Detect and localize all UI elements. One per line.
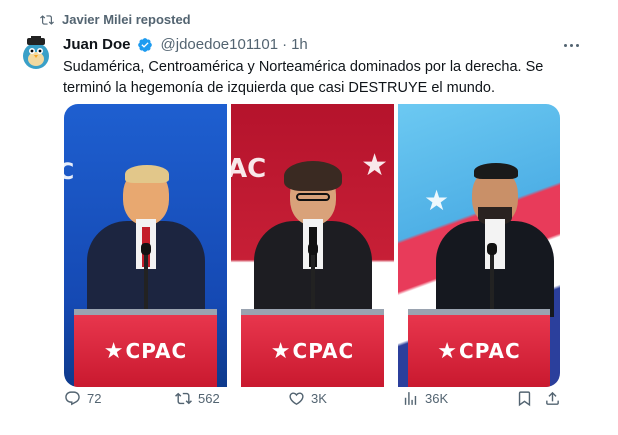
bookmark-icon	[518, 390, 531, 406]
bookmark-button[interactable]	[516, 390, 533, 407]
share-button[interactable]	[544, 390, 561, 407]
tweet-time[interactable]: 1h	[291, 36, 308, 53]
views-button[interactable]: 36K	[402, 390, 448, 407]
header-separator: ·	[282, 36, 288, 53]
more-dot-icon	[575, 43, 579, 47]
cpac-star-icon: ★	[103, 338, 124, 363]
repost-icon	[175, 392, 192, 404]
tweet-media[interactable]: C ★ CPAC AC ★ ★ CPAC ★ ★ CPAC	[64, 104, 560, 387]
views-count: 36K	[425, 390, 449, 406]
more-dot-icon	[569, 43, 573, 47]
podium-label: CPAC	[459, 339, 521, 363]
microphone	[307, 243, 318, 311]
backdrop-fragment: C	[64, 160, 75, 185]
like-button[interactable]: 3K	[288, 390, 327, 407]
cpac-star-icon: ★	[437, 338, 458, 363]
microphone	[486, 243, 497, 311]
reply-icon	[65, 390, 80, 405]
media-photo-2[interactable]: AC ★ ★ CPAC	[231, 104, 394, 387]
repost-count: 562	[198, 390, 220, 406]
views-chart-icon	[404, 391, 417, 405]
avatar[interactable]	[20, 34, 52, 70]
tweet-header: Juan Doe @jdoedoe101101 · 1h	[63, 36, 578, 53]
author-name[interactable]: Juan Doe	[63, 36, 131, 53]
more-options-button[interactable]	[560, 38, 582, 52]
share-icon	[546, 391, 559, 405]
repost-text: Javier Milei reposted	[62, 12, 191, 27]
media-photo-3[interactable]: ★ ★ CPAC	[398, 104, 560, 387]
like-count: 3K	[311, 390, 327, 406]
repost-indicator[interactable]: Javier Milei reposted	[40, 12, 191, 27]
more-dot-icon	[563, 43, 567, 47]
podium-label: CPAC	[292, 339, 355, 363]
cpac-star-icon: ★	[270, 338, 291, 363]
author-handle[interactable]: @jdoedoe101101	[161, 36, 279, 53]
media-photo-1[interactable]: C ★ CPAC	[64, 104, 227, 387]
tweet-text: Sudamérica, Centroamérica y Norteamérica…	[63, 59, 544, 96]
reply-count: 72	[87, 390, 102, 406]
podium: ★ CPAC	[241, 309, 384, 387]
repost-icon	[40, 14, 54, 25]
repost-button[interactable]: 562	[175, 390, 220, 407]
microphone	[140, 243, 151, 311]
podium-label: CPAC	[125, 339, 188, 363]
avatar-bird-icon	[20, 34, 52, 70]
podium: ★ CPAC	[408, 309, 550, 387]
reply-button[interactable]: 72	[64, 390, 101, 407]
podium: ★ CPAC	[74, 309, 217, 387]
verified-badge-icon	[137, 37, 152, 52]
heart-icon	[289, 391, 304, 405]
